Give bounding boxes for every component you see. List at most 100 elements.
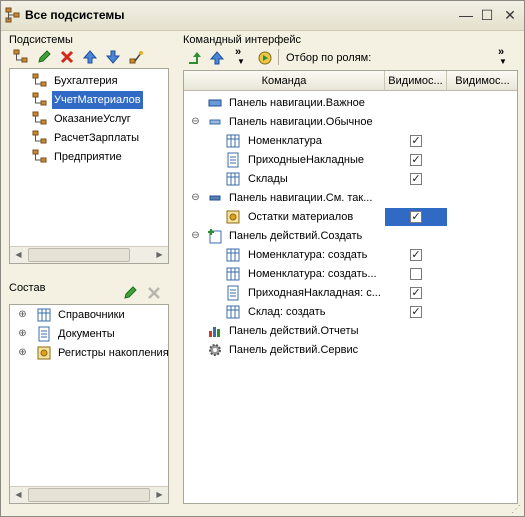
document-icon [227, 285, 239, 301]
dropdown-icon[interactable]: ▼ [499, 57, 507, 66]
command-interface-label: Командный интерфейс [183, 34, 302, 46]
subsystem-icon [32, 111, 47, 125]
minimize-button[interactable]: — [457, 6, 475, 24]
command-label: Номенклатура: создать... [248, 268, 377, 280]
edit-pencil-icon[interactable] [122, 285, 138, 301]
command-label: ПриходныеНакладные [248, 154, 364, 166]
command-row[interactable]: Склад: создать ✓ [184, 303, 517, 321]
move-up-icon[interactable] [209, 50, 225, 66]
command-row[interactable]: Панель действий.Сервис [184, 341, 517, 359]
subsystem-icon [32, 149, 47, 163]
scroll-left-icon[interactable]: ◀ [10, 487, 27, 503]
collapse-icon[interactable]: ⊖ [191, 193, 200, 203]
run-icon[interactable] [257, 50, 273, 66]
subsystem-icon [32, 130, 47, 144]
command-row[interactable]: ⊖ Панель навигации.Обычное [184, 113, 517, 131]
command-grid[interactable]: Команда Видимос... Видимос... Панель нав… [183, 70, 518, 504]
expand-icon[interactable]: ⊕ [18, 310, 27, 320]
command-label: Панель действий.Сервис [229, 344, 359, 356]
scroll-right-icon[interactable]: ▶ [151, 247, 168, 263]
command-row[interactable]: Панель навигации.Важное [184, 94, 517, 112]
collapse-icon[interactable]: ⊖ [191, 117, 200, 127]
composition-tree[interactable]: ⊕ Справочники ⊕ Документы ⊕ Регистры нак… [9, 304, 169, 504]
catalog-icon [37, 308, 51, 322]
command-row[interactable]: ПриходныеНакладные ✓ [184, 151, 517, 169]
role-filter-label: Отбор по ролям: [286, 52, 372, 64]
accumulation-register-icon [37, 346, 51, 360]
maximize-button[interactable]: ☐ [478, 6, 496, 24]
command-row[interactable]: Склады ✓ [184, 170, 517, 188]
horizontal-scrollbar[interactable]: ◀ ▶ [10, 486, 168, 503]
command-row[interactable]: ⊖ Панель действий.Создать [184, 227, 517, 245]
command-label: Панель навигации.См. так... [229, 192, 373, 204]
catalog-icon [226, 267, 240, 281]
dropdown-icon[interactable]: ▼ [237, 57, 245, 66]
command-label: ПриходнаяНакладная: с... [248, 287, 381, 299]
command-row[interactable]: Панель действий.Отчеты [184, 322, 517, 340]
scroll-left-icon[interactable]: ◀ [10, 247, 27, 263]
catalog-icon [226, 134, 240, 148]
scroll-thumb[interactable] [28, 248, 130, 262]
column-header-visibility-1[interactable]: Видимос... [385, 71, 447, 91]
command-row[interactable]: Номенклатура ✓ [184, 132, 517, 150]
column-header-visibility-2[interactable]: Видимос... [447, 71, 517, 91]
catalog-icon [226, 305, 240, 319]
expand-icon[interactable]: ⊕ [18, 348, 27, 358]
command-label: Панель навигации.Важное [229, 97, 365, 109]
command-label: Номенклатура: создать [248, 249, 368, 261]
create-icon [208, 229, 222, 244]
delete-icon[interactable] [59, 49, 75, 65]
visibility-checkbox[interactable] [410, 268, 422, 280]
command-row[interactable]: Номенклатура: создать... [184, 265, 517, 283]
document-icon [38, 326, 50, 342]
column-header-command[interactable]: Команда [184, 71, 385, 91]
catalog-icon [226, 248, 240, 262]
scroll-right-icon[interactable]: ▶ [151, 487, 168, 503]
reports-icon [209, 327, 220, 337]
visibility-checkbox[interactable]: ✓ [410, 287, 422, 299]
scroll-thumb[interactable] [28, 488, 150, 502]
subsystem-hierarchy-icon[interactable] [13, 49, 29, 65]
command-row[interactable]: Номенклатура: создать ✓ [184, 246, 517, 264]
visibility-checkbox[interactable]: ✓ [410, 173, 422, 185]
composition-item-label: Регистры накопления [58, 347, 169, 359]
register-icon [226, 210, 240, 224]
clear-icon[interactable] [146, 285, 162, 301]
document-icon [227, 152, 239, 168]
horizontal-scrollbar[interactable]: ◀ ▶ [10, 246, 168, 263]
subsystem-icon [32, 73, 47, 87]
title-bar[interactable]: Все подсистемы — ☐ ✕ [1, 1, 524, 31]
visibility-checkbox[interactable]: ✓ [410, 154, 422, 166]
visibility-checkbox[interactable]: ✓ [410, 211, 422, 223]
move-down-icon[interactable] [105, 49, 121, 65]
tree-item-label: Предприятие [54, 151, 122, 163]
sort-icon[interactable] [128, 49, 144, 65]
resize-grip-icon[interactable]: ⋰ [511, 504, 521, 515]
edit-pencil-icon[interactable] [36, 49, 52, 65]
close-button[interactable]: ✕ [501, 6, 519, 24]
nav-panel-icon [209, 119, 221, 125]
composition-item-label: Справочники [58, 309, 125, 321]
composition-label: Состав [9, 282, 46, 294]
visibility-checkbox[interactable]: ✓ [410, 249, 422, 261]
grid-header: Команда Видимос... Видимос... [184, 71, 517, 91]
tree-item-label: УчетМатериалов [52, 91, 143, 109]
command-row[interactable]: ⊖ Панель навигации.См. так... [184, 189, 517, 207]
command-label: Панель действий.Создать [229, 230, 363, 242]
expand-icon[interactable]: ⊕ [18, 329, 27, 339]
tree-item-label: Бухгалтерия [54, 75, 118, 87]
subsystems-tree[interactable]: Бухгалтерия УчетМатериалов ОказаниеУслуг… [9, 68, 169, 264]
command-row[interactable]: ПриходнаяНакладная: с... ✓ [184, 284, 517, 302]
collapse-icon[interactable]: ⊖ [191, 231, 200, 241]
move-left-icon[interactable] [187, 50, 203, 66]
visibility-checkbox[interactable]: ✓ [410, 135, 422, 147]
move-up-icon[interactable] [82, 49, 98, 65]
nav-panel-icon [209, 195, 221, 201]
command-row-selected[interactable]: Остатки материалов ✓ [184, 208, 517, 226]
subsystems-window: Все подсистемы — ☐ ✕ Подсистемы Бухгалте… [0, 0, 525, 517]
visibility-checkbox[interactable]: ✓ [410, 306, 422, 318]
subsystem-icon [32, 92, 47, 106]
command-label: Склад: создать [248, 306, 326, 318]
command-label: Остатки материалов [248, 211, 354, 223]
toolbar-divider [278, 49, 279, 65]
